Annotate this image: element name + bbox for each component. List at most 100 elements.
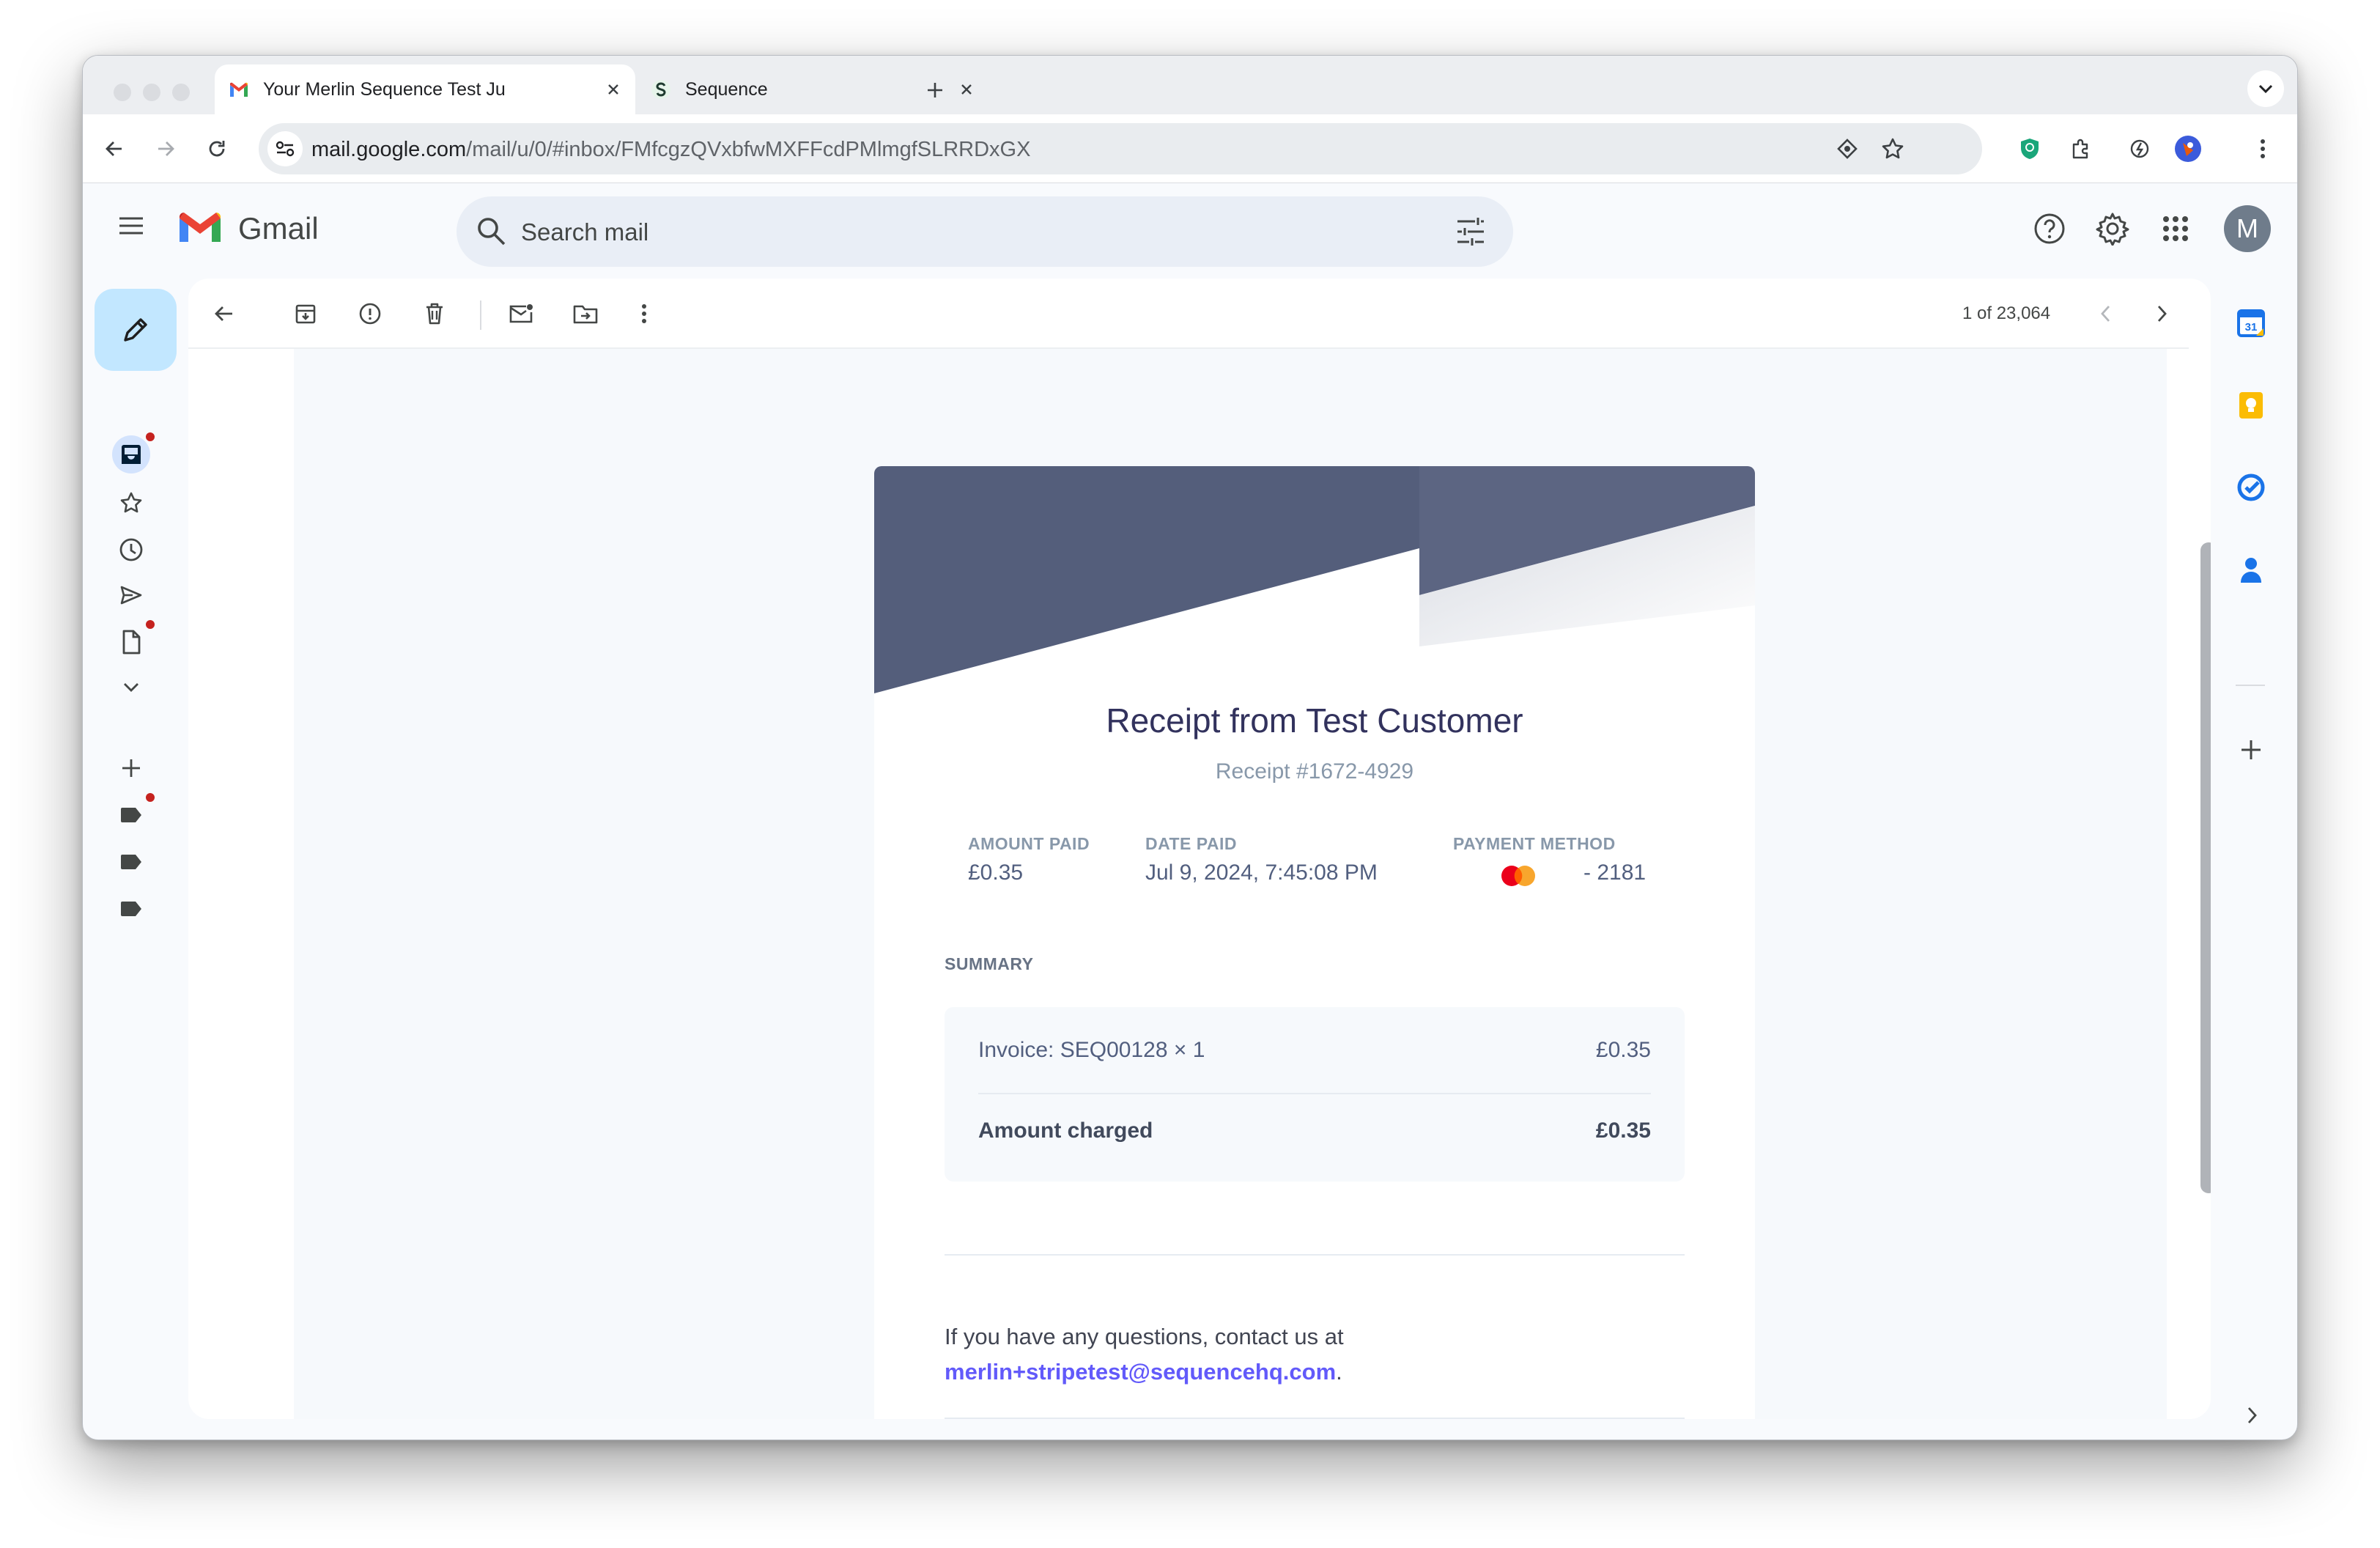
url-path: /mail/u/0/#inbox/FMfcgzQVxbfwMXFFcdPMlmg…	[466, 138, 1031, 161]
window-close-control[interactable]	[114, 84, 131, 101]
inbox-icon[interactable]	[112, 435, 150, 473]
arrow-back-icon	[106, 141, 122, 156]
gmail-icon	[228, 78, 250, 100]
site-info-icon[interactable]	[267, 131, 303, 166]
sent-icon[interactable]	[112, 576, 150, 614]
arrow-forward-icon	[158, 141, 174, 156]
toolbar-divider	[480, 301, 481, 330]
expand-side-panel-chevron-right-icon[interactable]	[2232, 1395, 2273, 1436]
window-zoom-control[interactable]	[172, 84, 190, 101]
browser-toolbar: mail.google.com/mail/u/0/#inbox/FMfcgzQV…	[83, 114, 2297, 183]
delete-trash-icon[interactable]	[415, 295, 454, 333]
newer-chevron-left-icon[interactable]	[2086, 295, 2124, 333]
footer-divider	[945, 1418, 1685, 1419]
total-label: Amount charged	[978, 1118, 1153, 1143]
drafts-icon[interactable]	[112, 623, 150, 661]
search-bar[interactable]: Search mail	[457, 196, 1513, 267]
message-toolbar: 1 of 23,064	[188, 279, 2189, 349]
browser-menu-icon[interactable]	[2243, 129, 2283, 169]
inbox-unread-dot	[144, 431, 156, 443]
new-tab-button[interactable]	[917, 72, 953, 108]
tab-title: Sequence	[685, 78, 768, 100]
back-to-inbox-icon[interactable]	[204, 295, 243, 333]
url-host: mail.google.com	[311, 138, 467, 161]
bookmark-star-icon[interactable]	[1875, 131, 1910, 166]
line-item-amount: £0.35	[1595, 1038, 1651, 1062]
help-icon[interactable]	[2029, 208, 2070, 249]
reload-icon	[209, 141, 225, 157]
pencil-icon	[124, 318, 147, 342]
eye-slash-icon[interactable]	[1830, 131, 1865, 166]
contact-text: If you have any questions, contact us at…	[945, 1319, 1344, 1390]
search-options-icon[interactable]	[1455, 215, 1487, 248]
report-spam-icon[interactable]	[351, 295, 389, 333]
keep-icon[interactable]	[2231, 385, 2272, 426]
drafts-unread-dot	[144, 619, 156, 630]
contact-suffix: .	[1336, 1359, 1342, 1385]
starred-icon[interactable]	[112, 484, 150, 522]
older-chevron-right-icon[interactable]	[2143, 295, 2181, 333]
forward-button[interactable]	[146, 129, 185, 169]
search-icon[interactable]	[476, 215, 508, 248]
mark-unread-icon[interactable]	[502, 295, 540, 333]
amount-paid-label: AMOUNT PAID	[968, 834, 1090, 853]
total-amount: £0.35	[1595, 1118, 1651, 1143]
contacts-icon[interactable]	[2231, 549, 2272, 590]
move-to-folder-icon[interactable]	[566, 295, 605, 333]
payment-method-label: PAYMENT METHOD	[1453, 834, 1616, 853]
more-options-icon[interactable]	[625, 295, 663, 333]
main-menu-icon[interactable]	[111, 205, 152, 246]
tab-search-button[interactable]	[2247, 70, 2284, 107]
summary-table: Invoice: SEQ00128 × 1 £0.35 Amount charg…	[945, 1007, 1685, 1182]
extensions-puzzle-icon[interactable]	[2061, 129, 2101, 169]
compose-button[interactable]	[95, 289, 177, 371]
create-label-plus-icon[interactable]	[112, 749, 150, 787]
receipt-header-banner	[874, 466, 1755, 695]
gmail-header: Gmail Search mail M	[83, 183, 2297, 271]
summary-divider	[978, 1093, 1651, 1094]
calendar-icon[interactable]: 31	[2231, 303, 2272, 344]
label-icon[interactable]	[112, 843, 150, 881]
date-paid-value: Jul 9, 2024, 7:45:08 PM	[1145, 860, 1378, 885]
contact-email-link[interactable]: merlin+stripetest@sequencehq.com	[945, 1359, 1336, 1385]
total-row: Amount charged £0.35	[978, 1118, 1651, 1143]
reload-button[interactable]	[197, 129, 237, 169]
address-bar[interactable]: mail.google.com/mail/u/0/#inbox/FMfcgzQV…	[259, 123, 1982, 174]
receipt-card: Receipt from Test Customer Receipt #1672…	[874, 466, 1755, 1419]
performance-icon[interactable]	[2120, 129, 2159, 169]
window-minimize-control[interactable]	[143, 84, 160, 101]
account-avatar[interactable]: M	[2224, 205, 2271, 252]
label-icon[interactable]	[112, 890, 150, 928]
plus-icon	[928, 83, 942, 97]
scrollbar-thumb[interactable]	[2200, 542, 2211, 1193]
tab-title: Your Merlin Sequence Test Ju	[263, 78, 506, 100]
summary-heading: SUMMARY	[945, 954, 1034, 973]
url-text: mail.google.com/mail/u/0/#inbox/FMfcgzQV…	[311, 138, 1030, 162]
sequence-icon	[650, 78, 672, 100]
more-chevron-down-icon[interactable]	[112, 668, 150, 707]
browser-window: Your Merlin Sequence Test Ju Sequence ma…	[82, 55, 2298, 1440]
settings-gear-icon[interactable]	[2092, 208, 2133, 249]
mastercard-icon	[1498, 863, 1538, 888]
card-last4: - 2181	[1583, 860, 1647, 885]
profile-avatar-icon[interactable]	[2168, 129, 2208, 169]
archive-icon[interactable]	[287, 295, 325, 333]
section-divider	[945, 1254, 1685, 1256]
side-panel-divider	[2236, 685, 2265, 686]
gmail-wordmark[interactable]: Gmail	[238, 211, 319, 246]
google-apps-icon[interactable]	[2155, 208, 2196, 249]
amount-paid-value: £0.35	[968, 860, 1024, 885]
close-tab-icon[interactable]	[953, 76, 980, 103]
svg-text:31: 31	[2245, 321, 2258, 333]
line-item-row: Invoice: SEQ00128 × 1 £0.35	[978, 1038, 1651, 1063]
tasks-icon[interactable]	[2231, 467, 2272, 508]
get-addons-plus-icon[interactable]	[2231, 729, 2272, 770]
pagination-count: 1 of 23,064	[1962, 303, 2051, 323]
snoozed-clock-icon[interactable]	[112, 531, 150, 569]
search-input[interactable]: Search mail	[521, 218, 648, 246]
receipt-title: Receipt from Test Customer	[1106, 701, 1523, 740]
back-button[interactable]	[95, 129, 134, 169]
shield-extension-icon[interactable]	[2010, 129, 2050, 169]
label-icon[interactable]	[112, 796, 150, 834]
gmail-logo-icon[interactable]	[177, 210, 223, 245]
